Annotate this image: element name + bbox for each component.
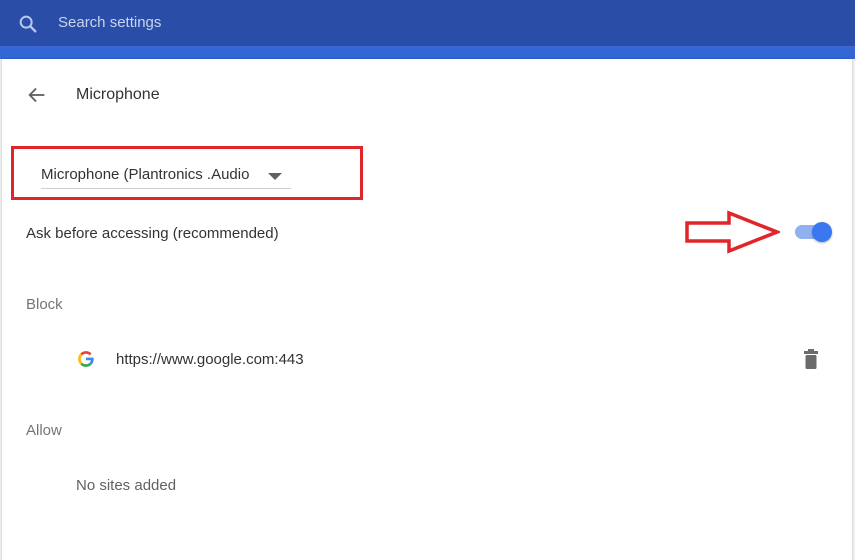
- trash-icon[interactable]: [803, 349, 819, 369]
- header-strip: [0, 48, 855, 59]
- no-sites-added-text: No sites added: [76, 477, 177, 494]
- page-title: Microphone: [76, 86, 160, 103]
- annotation-arrow-icon: [685, 210, 780, 254]
- google-icon: [78, 351, 94, 367]
- ask-before-accessing-label: Ask before accessing (recommended): [26, 225, 279, 242]
- toggle-knob: [812, 222, 832, 242]
- search-input[interactable]: Search settings: [58, 14, 161, 31]
- allow-heading: Allow: [26, 422, 62, 439]
- blocked-site-url[interactable]: https://www.google.com:443: [116, 351, 304, 368]
- block-heading: Block: [26, 296, 63, 313]
- search-icon[interactable]: [17, 13, 39, 35]
- back-arrow-icon[interactable]: [26, 84, 48, 106]
- top-search-bar: Search settings: [0, 0, 855, 48]
- ask-before-accessing-toggle[interactable]: [793, 222, 833, 242]
- annotation-highlight-box: [11, 146, 363, 200]
